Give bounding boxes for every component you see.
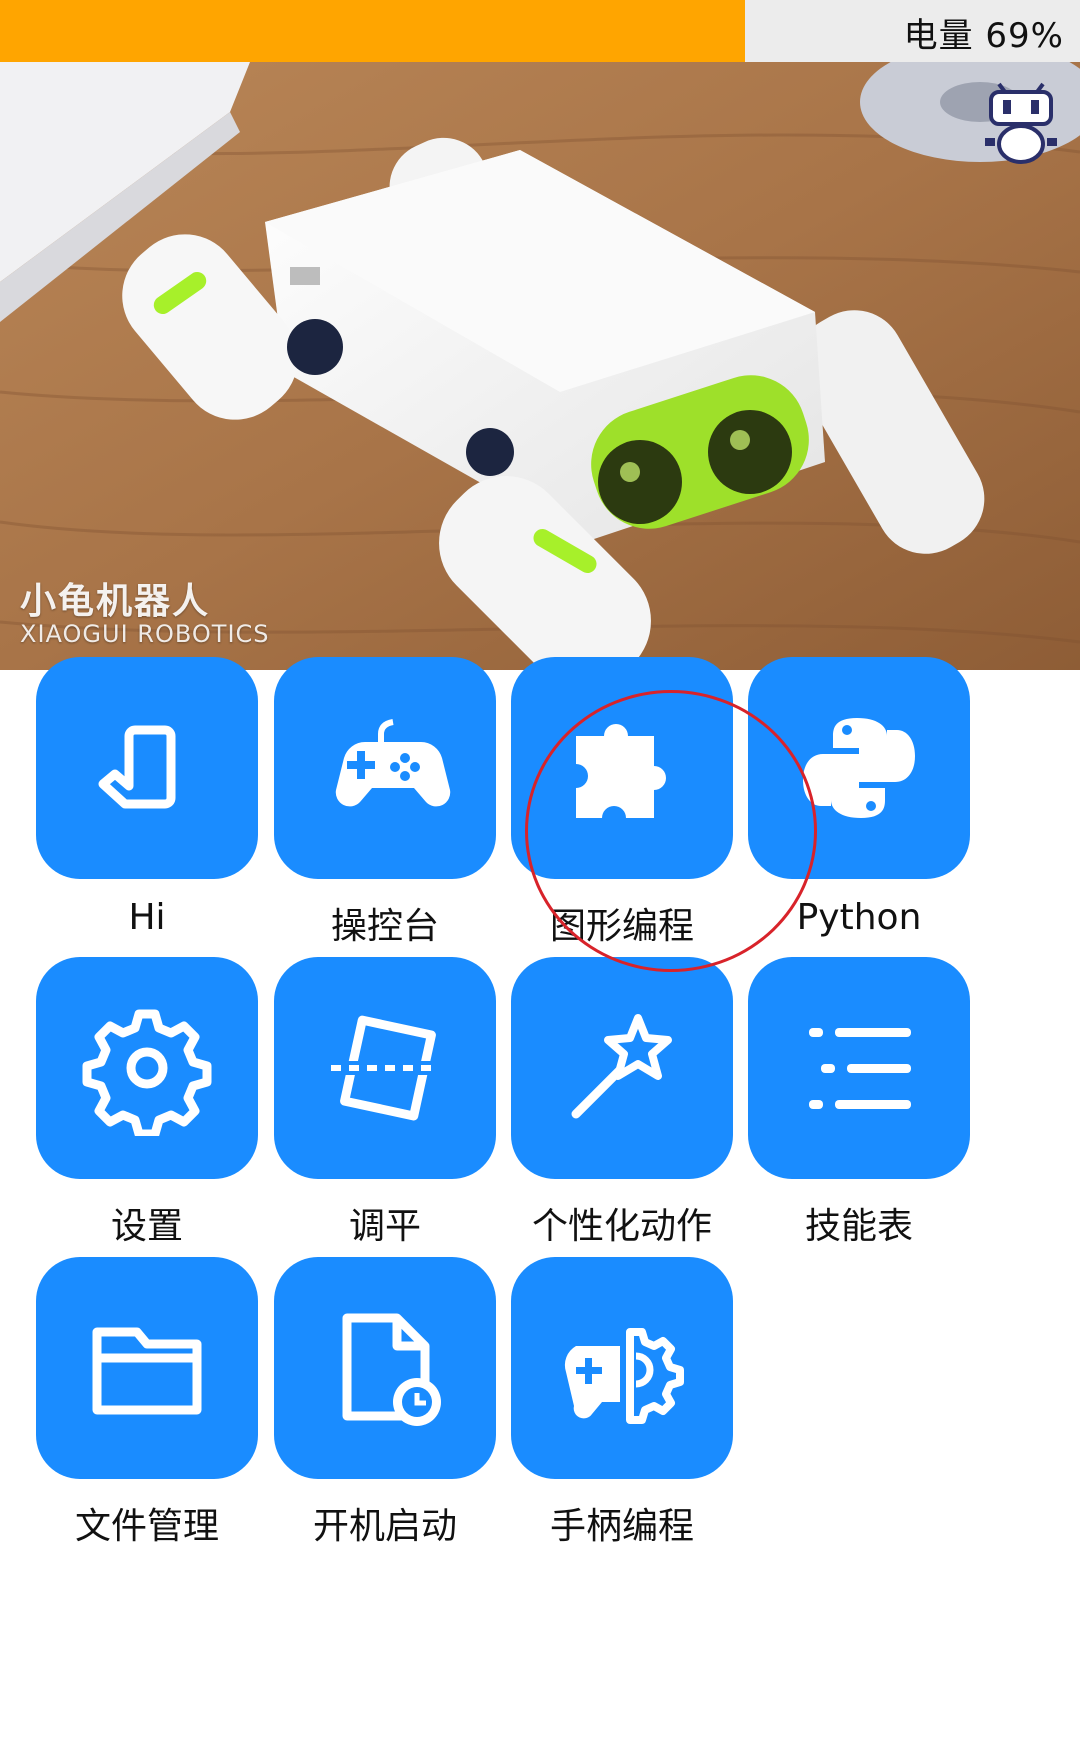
app-label: 开机启动: [312, 1506, 457, 1547]
app-label: 操控台: [330, 906, 439, 947]
app-label: 文件管理: [74, 1506, 219, 1547]
python-logo-icon[interactable]: [748, 657, 970, 879]
app-tile-hand-wave[interactable]: Hi: [32, 657, 262, 938]
battery-level-fill: [0, 0, 746, 62]
app-label: 调平: [348, 1206, 421, 1247]
gamepad-gear-icon[interactable]: [511, 1257, 733, 1479]
app-label: 设置: [110, 1206, 183, 1247]
folder-icon[interactable]: [36, 1257, 258, 1479]
app-tile-magic-wand[interactable]: 个性化动作: [507, 957, 737, 1249]
battery-text: 电量 69%: [903, 16, 1064, 56]
level-calibrate-icon[interactable]: [274, 957, 496, 1179]
app-tile-gamepad[interactable]: 操控台: [270, 657, 500, 949]
app-tile-file-clock[interactable]: 开机启动: [270, 1257, 500, 1549]
app-tile-level-calibrate[interactable]: 调平: [270, 957, 500, 1249]
app-label: 技能表: [804, 1206, 913, 1247]
list-icon[interactable]: [748, 957, 970, 1179]
battery-bar: 电量 69%: [0, 0, 1080, 62]
app-tile-puzzle-piece[interactable]: 图形编程: [507, 657, 737, 949]
brand-name-en: XIAOGUI ROBOTICS: [20, 620, 270, 648]
app-tile-folder[interactable]: 文件管理: [32, 1257, 262, 1549]
gamepad-icon[interactable]: [274, 657, 496, 879]
app-tile-gear[interactable]: 设置: [32, 957, 262, 1249]
puzzle-piece-icon[interactable]: [511, 657, 733, 879]
app-tile-python-logo[interactable]: Python: [744, 657, 974, 938]
gear-icon[interactable]: [36, 957, 258, 1179]
app-label: 手柄编程: [549, 1506, 694, 1547]
hand-wave-icon[interactable]: [36, 657, 258, 879]
app-label: 图形编程: [549, 906, 694, 947]
app-tile-list[interactable]: 技能表: [744, 957, 974, 1249]
hero-banner: 小龟机器人 XIAOGUI ROBOTICS: [0, 62, 1080, 670]
app-label: 个性化动作: [531, 1206, 712, 1247]
brand-name-cn: 小龟机器人: [20, 581, 211, 622]
app-label: Python: [796, 897, 922, 938]
magic-wand-icon[interactable]: [511, 957, 733, 1179]
file-clock-icon[interactable]: [274, 1257, 496, 1479]
app-tile-gamepad-gear[interactable]: 手柄编程: [507, 1257, 737, 1549]
robot-mascot-icon: [985, 82, 1057, 164]
app-label: Hi: [128, 897, 166, 938]
